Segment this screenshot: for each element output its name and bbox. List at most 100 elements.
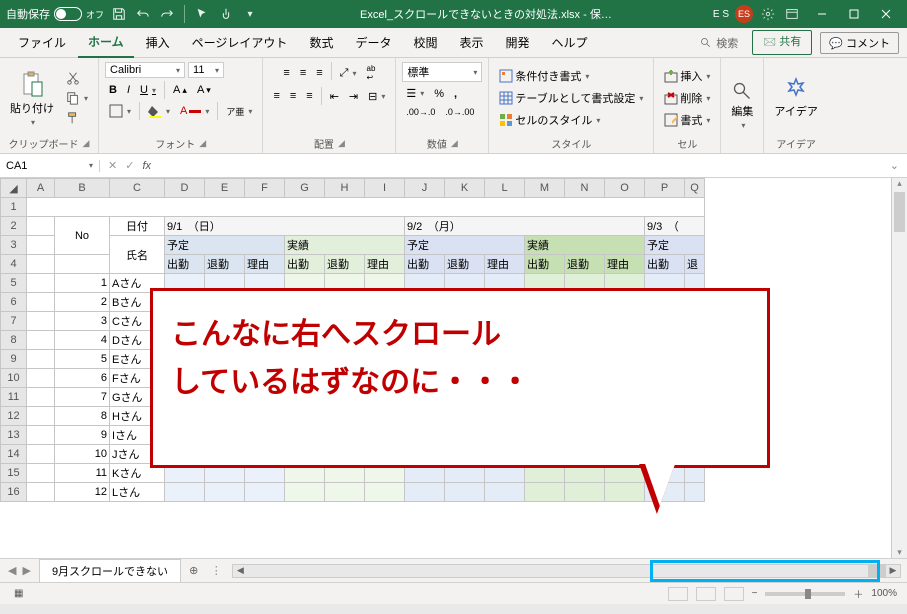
col-header[interactable]: L <box>485 179 525 198</box>
save-icon[interactable] <box>110 5 128 23</box>
col-header[interactable]: M <box>525 179 565 198</box>
cell[interactable]: 理由 <box>605 255 645 274</box>
align-launcher[interactable]: ◢ <box>338 138 345 149</box>
name-box[interactable]: CA1▾ <box>0 160 100 172</box>
insert-cells-button[interactable]: 挿入▾ <box>660 66 714 86</box>
cell[interactable]: 4 <box>55 331 110 350</box>
align-right-button[interactable]: ≡ <box>302 87 316 105</box>
tab-view[interactable]: 表示 <box>449 28 493 57</box>
autosave-pill[interactable] <box>54 7 82 21</box>
row-header[interactable]: 1 <box>1 198 27 217</box>
hscroll-left-arrow[interactable]: ◀ <box>233 565 247 577</box>
underline-button[interactable]: U▾ <box>136 81 160 99</box>
cell[interactable]: 出勤 <box>645 255 685 274</box>
tab-pagelayout[interactable]: ページレイアウト <box>182 28 298 57</box>
increase-font-button[interactable]: A▴ <box>169 81 191 99</box>
orientation-button[interactable]: ⤢▾ <box>336 62 361 84</box>
cell[interactable]: 実績 <box>285 236 405 255</box>
tab-home[interactable]: ホーム <box>78 27 134 58</box>
row-header[interactable]: 16 <box>1 483 27 502</box>
cell[interactable]: 退勤 <box>205 255 245 274</box>
cell[interactable]: 12 <box>55 483 110 502</box>
close-button[interactable] <box>871 3 901 25</box>
format-cells-button[interactable]: 書式▾ <box>660 110 714 130</box>
cell[interactable]: 退 <box>685 255 705 274</box>
enter-formula-icon[interactable]: ✓ <box>125 159 134 172</box>
cell[interactable]: 出勤 <box>285 255 325 274</box>
paste-button[interactable]: 貼り付け▾ <box>6 68 58 129</box>
cell[interactable]: 出勤 <box>165 255 205 274</box>
col-header[interactable]: B <box>55 179 110 198</box>
cancel-formula-icon[interactable]: ✕ <box>108 159 117 172</box>
format-as-table-button[interactable]: テーブルとして書式設定▾ <box>495 88 647 108</box>
increase-indent-button[interactable]: ⇥ <box>345 87 362 105</box>
row-header[interactable]: 5 <box>1 274 27 293</box>
border-button[interactable]: ▾ <box>105 102 135 120</box>
pagelayout-view-button[interactable] <box>696 587 716 601</box>
row-header[interactable]: 11 <box>1 388 27 407</box>
row-header[interactable]: 7 <box>1 312 27 331</box>
col-header[interactable]: N <box>565 179 605 198</box>
editing-button[interactable]: 編集▾ <box>727 79 757 132</box>
conditional-format-button[interactable]: 条件付き書式▾ <box>495 66 647 86</box>
tab-review[interactable]: 校閲 <box>403 28 447 57</box>
font-name-combo[interactable]: Calibri▾ <box>105 62 185 78</box>
tab-formulas[interactable]: 数式 <box>299 28 343 57</box>
pagebreak-view-button[interactable] <box>724 587 744 601</box>
cell[interactable]: 1 <box>55 274 110 293</box>
row-header[interactable]: 15 <box>1 464 27 483</box>
cell[interactable]: 9/3 （ <box>645 217 705 236</box>
zoom-slider[interactable] <box>765 592 845 596</box>
sheet-tab[interactable]: 9月スクロールできない <box>39 559 181 582</box>
add-sheet-button[interactable]: ⊕ <box>181 564 206 577</box>
align-top-button[interactable]: ≡ <box>279 62 293 84</box>
undo-icon[interactable] <box>134 5 152 23</box>
user-avatar[interactable]: ES <box>735 5 753 23</box>
cell[interactable]: 10 <box>55 445 110 464</box>
col-header[interactable]: H <box>325 179 365 198</box>
cell[interactable]: 実績 <box>525 236 645 255</box>
col-header[interactable]: Q <box>685 179 705 198</box>
cell[interactable]: 理由 <box>245 255 285 274</box>
clipboard-launcher[interactable]: ◢ <box>83 138 90 149</box>
font-launcher[interactable]: ◢ <box>199 138 206 149</box>
cell[interactable]: 出勤 <box>405 255 445 274</box>
normal-view-button[interactable] <box>668 587 688 601</box>
tab-file[interactable]: ファイル <box>8 28 76 57</box>
cell-styles-button[interactable]: セルのスタイル▾ <box>495 110 647 130</box>
italic-button[interactable]: I <box>123 81 134 99</box>
col-header[interactable]: O <box>605 179 645 198</box>
tab-data[interactable]: データ <box>345 28 401 57</box>
cell[interactable]: Lさん <box>110 483 165 502</box>
comment-button[interactable]: 💬 コメント <box>820 32 899 54</box>
cell[interactable]: 9 <box>55 426 110 445</box>
pointer-icon[interactable] <box>193 5 211 23</box>
decrease-font-button[interactable]: A▾ <box>193 81 215 99</box>
row-header[interactable]: 12 <box>1 407 27 426</box>
sheet-nav-prev[interactable]: ◀ <box>8 564 16 577</box>
decrease-indent-button[interactable]: ⇤ <box>326 87 343 105</box>
col-header[interactable]: P <box>645 179 685 198</box>
cell[interactable]: 理由 <box>485 255 525 274</box>
accounting-button[interactable]: ☰▾ <box>402 85 428 102</box>
fx-icon[interactable]: fx <box>142 160 151 172</box>
cell[interactable]: 8 <box>55 407 110 426</box>
cell[interactable]: 7 <box>55 388 110 407</box>
font-color-button[interactable]: A▾ <box>176 102 213 120</box>
touch-icon[interactable] <box>217 5 235 23</box>
col-header[interactable]: J <box>405 179 445 198</box>
cell[interactable]: No <box>55 217 110 255</box>
cell[interactable]: 2 <box>55 293 110 312</box>
phonetic-button[interactable]: ア亜▾ <box>222 102 256 120</box>
cell[interactable]: 予定 <box>165 236 285 255</box>
worksheet-grid[interactable]: ◢ A B C D E F G H I J K L M N O P Q 1 2 … <box>0 178 907 558</box>
merge-button[interactable]: ⊟▾ <box>364 87 389 105</box>
cell[interactable]: 退勤 <box>325 255 365 274</box>
tab-insert[interactable]: 挿入 <box>136 28 180 57</box>
cell[interactable]: 出勤 <box>525 255 565 274</box>
cell[interactable]: 退勤 <box>445 255 485 274</box>
format-painter-button[interactable] <box>62 109 92 127</box>
autosave-toggle[interactable]: 自動保存 オフ <box>6 6 104 22</box>
row-header[interactable]: 6 <box>1 293 27 312</box>
tab-developer[interactable]: 開発 <box>496 28 540 57</box>
